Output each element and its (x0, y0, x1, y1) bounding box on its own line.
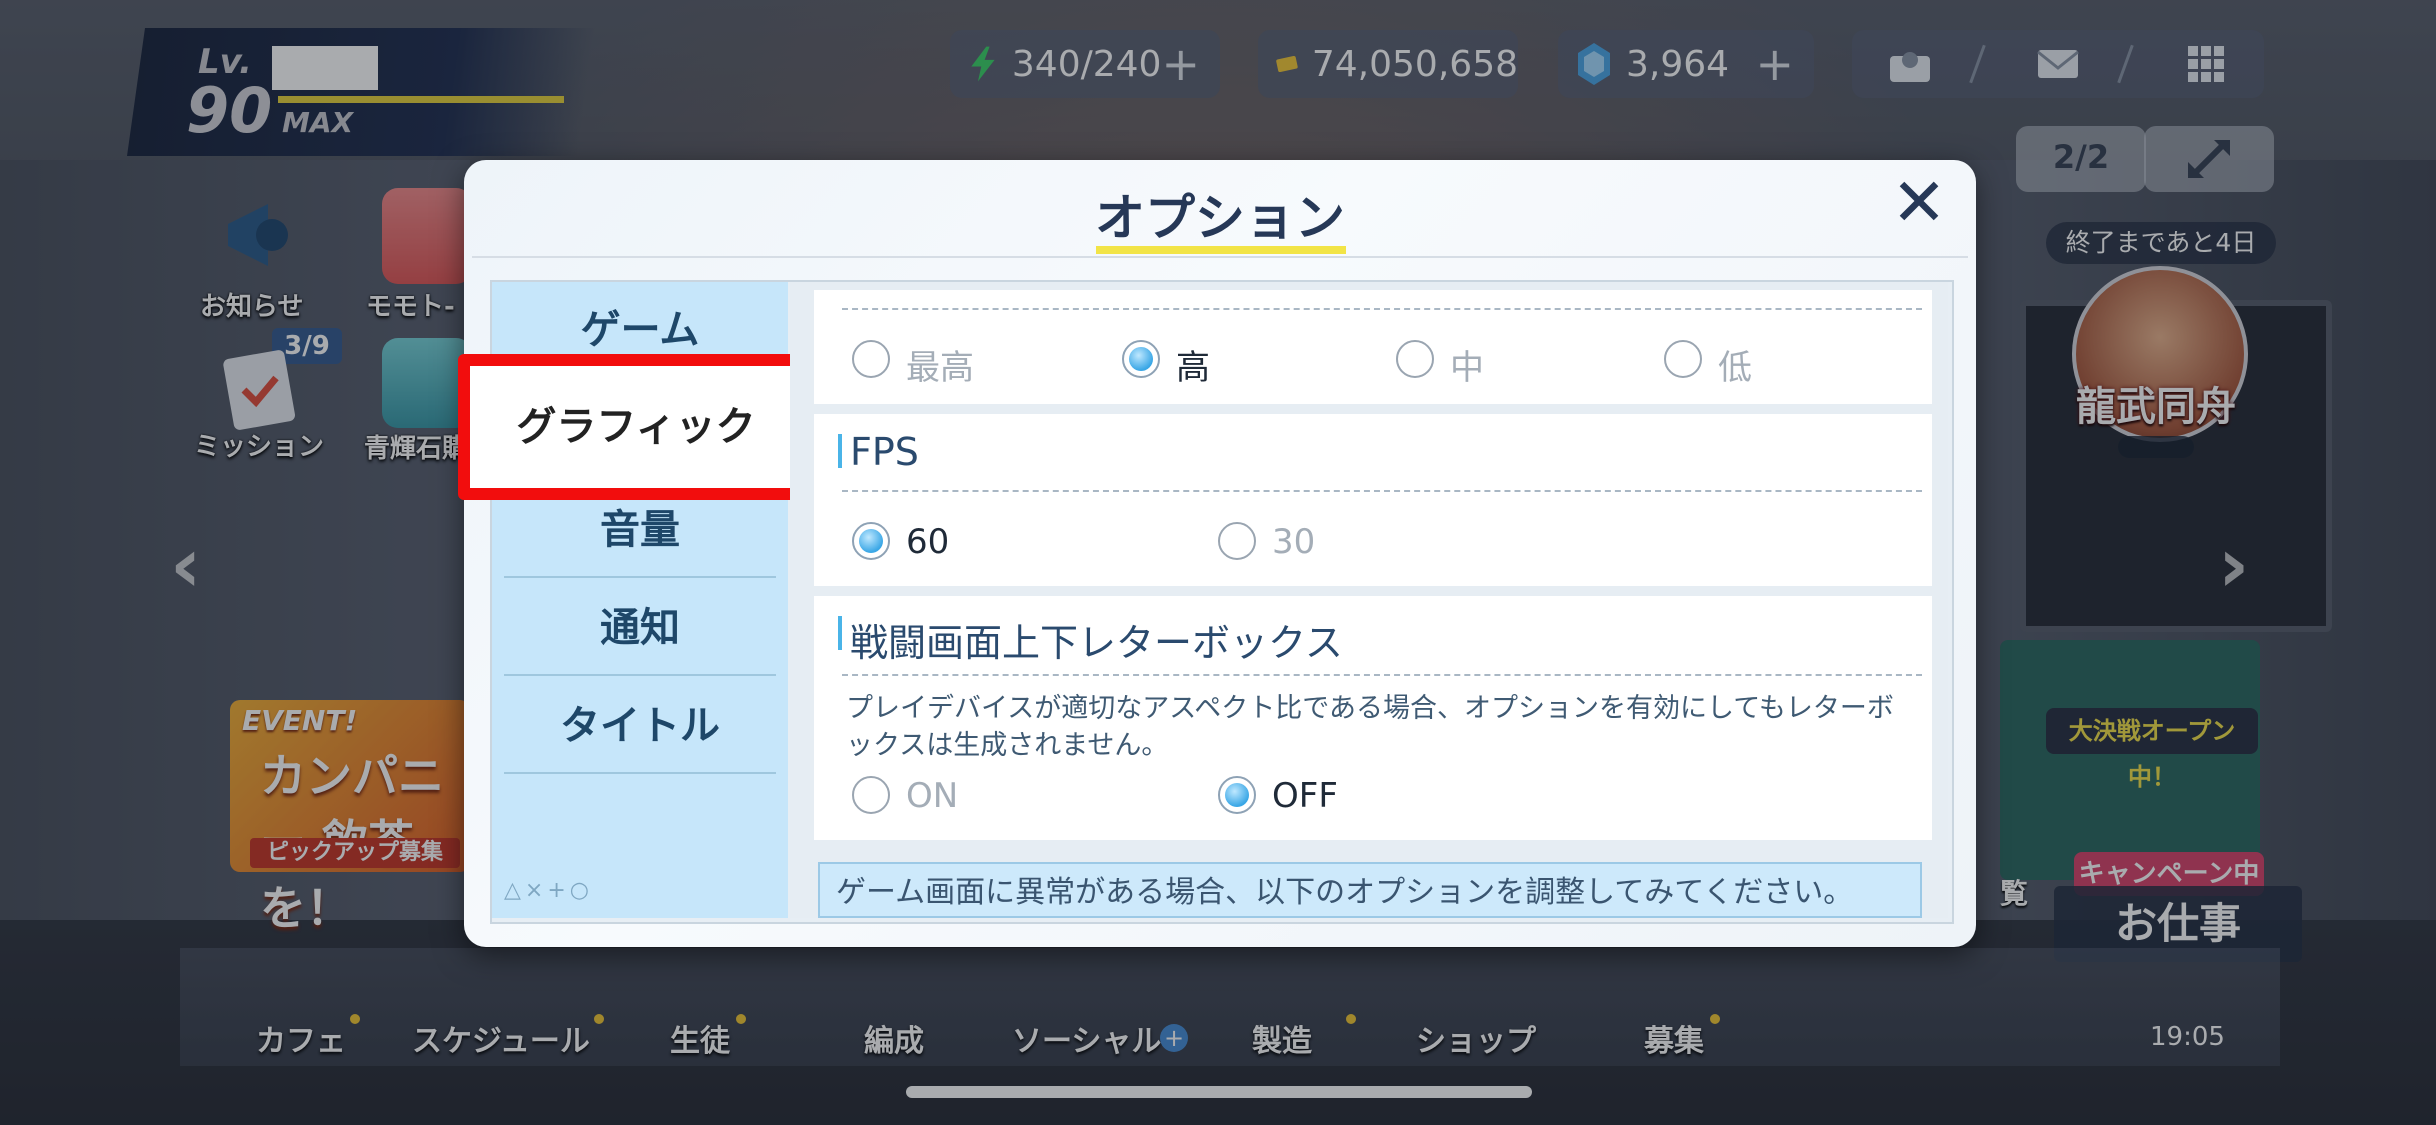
letterbox-radio-off[interactable] (1218, 776, 1256, 814)
close-button[interactable]: ✕ (1890, 170, 1948, 236)
letterbox-label-off: OFF (1272, 776, 1338, 816)
fps-radio-30[interactable] (1218, 522, 1256, 560)
fps-radio-60[interactable] (852, 522, 890, 560)
quality-radio-medium[interactable] (1396, 340, 1434, 378)
tab-graphics[interactable]: グラフィック (470, 366, 802, 488)
dialog-title: オプション (1095, 189, 1345, 247)
quality-label-high: 高 (1176, 348, 1210, 388)
letterbox-title: 戦闘画面上下レターボックス (850, 621, 1343, 665)
dashed-divider (842, 674, 1922, 676)
nav-divider (504, 674, 776, 676)
close-icon: ✕ (1891, 164, 1947, 241)
fps-card (814, 414, 1932, 586)
dashed-divider (842, 308, 1922, 310)
fps-title: FPS (850, 430, 919, 474)
quality-label-highest: 最高 (906, 348, 974, 388)
graphics-notice: ゲーム画面に異常がある場合、以下のオプションを調整してみてください。 (818, 862, 1922, 918)
dashed-divider (842, 490, 1922, 492)
nav-divider (504, 576, 776, 578)
fps-label-30: 30 (1272, 522, 1316, 562)
quality-radio-high[interactable] (1122, 340, 1160, 378)
header-divider (472, 256, 1968, 258)
title-underline (1096, 246, 1346, 254)
nav-divider (504, 772, 776, 774)
quality-radio-low[interactable] (1664, 340, 1702, 378)
title-accent-bar (838, 434, 842, 468)
letterbox-radio-on[interactable] (852, 776, 890, 814)
quality-label-medium: 中 (1450, 348, 1484, 388)
nav-symbols: △×+○ (504, 878, 593, 903)
letterbox-label-on: ON (906, 776, 959, 816)
tab-notification[interactable]: 通知 (500, 580, 780, 676)
tab-title[interactable]: タイトル (500, 678, 780, 774)
quality-label-low: 低 (1718, 348, 1752, 388)
letterbox-description: プレイデバイスが適切なアスペクト比である場合、オプションを有効にしてもレターボッ… (846, 693, 1894, 761)
quality-radio-highest[interactable] (852, 340, 890, 378)
title-accent-bar (838, 616, 842, 650)
fps-label-60: 60 (906, 522, 950, 562)
